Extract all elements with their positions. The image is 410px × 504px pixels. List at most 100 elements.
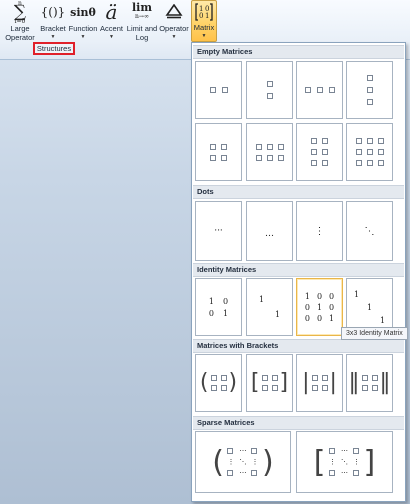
matrix-label: Matrix (193, 23, 215, 32)
vertical-ellipsis: ⋮ (353, 458, 360, 466)
placeholder-box (311, 385, 318, 391)
placeholder-box (355, 149, 362, 155)
limit-and-log-button[interactable]: lim n→∞ Limit and Log (125, 0, 159, 44)
placeholder-box (321, 375, 328, 381)
chevron-down-icon: ▼ (201, 33, 207, 39)
matrix-2x3-tile[interactable] (246, 123, 293, 181)
placeholder-box (377, 138, 384, 144)
placeholder-box (277, 154, 284, 161)
bar-matrix-tile[interactable]: | | (296, 354, 343, 412)
placeholder-box (322, 160, 328, 166)
horizontal-ellipsis: ⋯ (341, 469, 348, 477)
baseline-dots-tile[interactable]: … (246, 201, 293, 261)
matrix-3x1-tile[interactable] (346, 61, 393, 119)
large-operator-button[interactable]: n ∑ i=0 Large Operator (3, 0, 37, 44)
section-header-identity-matrices: Identity Matrices (193, 263, 404, 277)
section-header-sparse-matrices: Sparse Matrices (193, 416, 404, 430)
matrix-button[interactable]: 1 0 0 1 Matrix ▼ (191, 0, 217, 42)
placeholder-box (266, 93, 273, 99)
matrix-entry: 0 (223, 296, 229, 306)
identity-3x3-tile[interactable]: 1 0 0 0 1 0 0 0 1 (296, 278, 343, 336)
diagonal-dots-tile[interactable]: ⋱ (346, 201, 393, 261)
svg-text:0: 0 (199, 12, 203, 20)
left-bracket-icon: [ (313, 444, 326, 480)
vertical-ellipsis: ⋮ (227, 458, 235, 466)
matrix-icon: 1 0 0 1 (194, 1, 214, 23)
placeholder-box (352, 470, 359, 476)
vertical-ellipsis: ⋮ (329, 458, 336, 466)
placeholder-box (261, 375, 268, 381)
accent-button[interactable]: ä Accent ▼ (99, 0, 124, 44)
matrix-entry: 1 (258, 295, 265, 304)
bracket-button[interactable]: {()} Bracket ▼ (38, 0, 68, 44)
placeholder-box (210, 143, 216, 150)
identity-2x2-sparse-tile[interactable]: 1 1 (246, 278, 293, 336)
matrix-entry: 1 (316, 302, 323, 312)
placeholder-box (361, 375, 368, 381)
horizontal-ellipsis: ⋯ (239, 447, 247, 455)
limit-label-1: Limit and (126, 24, 158, 33)
placeholder-box (371, 385, 378, 391)
square-bracket-matrix-tile[interactable]: [] (246, 354, 293, 412)
placeholder-box (266, 143, 273, 150)
left-paren-icon: ( (199, 370, 209, 395)
operator-label: Operator (159, 24, 189, 33)
placeholder-box (321, 385, 328, 391)
chevron-down-icon: ▼ (50, 34, 56, 40)
placeholder-box (366, 75, 373, 81)
chevron-down-icon: ▼ (171, 34, 177, 40)
left-bar-icon: | (302, 370, 310, 395)
placeholder-box (271, 375, 278, 381)
chevron-down-icon: ▼ (109, 34, 114, 40)
left-paren-icon: ( (212, 444, 224, 480)
placeholder-box (210, 375, 217, 381)
placeholder-box (355, 138, 362, 144)
matrix-2x1-tile[interactable] (246, 61, 293, 119)
placeholder-box (221, 154, 227, 161)
diagonal-ellipsis: ⋱ (239, 458, 247, 466)
placeholder-box (227, 448, 233, 454)
matrix-entry: 1 (208, 296, 214, 306)
placeholder-box (209, 87, 216, 93)
midline-dots-glyph: ··· (214, 226, 223, 236)
placeholder-box (328, 470, 335, 476)
section-header-empty-matrices: Empty Matrices (193, 45, 404, 59)
placeholder-box (255, 143, 262, 150)
placeholder-box (366, 87, 373, 93)
operator-button[interactable]: Operator ▼ (158, 0, 190, 44)
matrix-entry: 0 (304, 313, 310, 323)
placeholder-box (322, 149, 328, 155)
placeholder-box (311, 138, 317, 144)
placeholder-box (322, 138, 328, 144)
limit-label-2: Log (135, 33, 149, 42)
matrix-3x3-tile[interactable] (346, 123, 393, 181)
matrix-2x2-tile[interactable] (195, 123, 242, 181)
placeholder-box (304, 87, 311, 93)
sparse-bracket-matrix-tile[interactable]: [ ⋯ ⋮ ⋱ ⋮ ⋯ ] (296, 431, 393, 493)
matrix-1x2-tile[interactable] (195, 61, 242, 119)
function-button[interactable]: sinθ Function ▼ (68, 0, 98, 44)
matrix-entry: 0 (316, 291, 323, 301)
matrix-entry: 1 (304, 291, 310, 301)
vertical-dots-tile[interactable]: ⋮ (296, 201, 343, 261)
accent-icon: ä (105, 0, 118, 24)
matrix-entry: 1 (329, 313, 335, 323)
operator-icon (165, 0, 183, 24)
sparse-paren-matrix-tile[interactable]: ( ⋯ ⋮ ⋱ ⋮ ⋯ ) (195, 431, 291, 493)
large-operator-label-2: Operator (5, 33, 35, 42)
placeholder-box (311, 375, 318, 381)
matrix-1x3-tile[interactable] (296, 61, 343, 119)
section-header-dots: Dots (193, 185, 404, 199)
identity-2x2-tile[interactable]: 1 0 0 1 (195, 278, 242, 336)
placeholder-box (311, 149, 317, 155)
right-bar-icon: | (329, 370, 337, 395)
double-bar-matrix-tile[interactable]: ‖ ‖ (346, 354, 393, 412)
left-double-bar-icon: ‖ (348, 370, 360, 395)
paren-matrix-tile[interactable]: () (195, 354, 242, 412)
placeholder-box (227, 470, 233, 476)
midline-dots-tile[interactable]: ··· (195, 201, 242, 261)
matrix-entry: 1 (379, 315, 386, 325)
placeholder-box (316, 87, 323, 93)
chevron-down-icon: ▼ (80, 34, 86, 40)
matrix-3x2-tile[interactable] (296, 123, 343, 181)
